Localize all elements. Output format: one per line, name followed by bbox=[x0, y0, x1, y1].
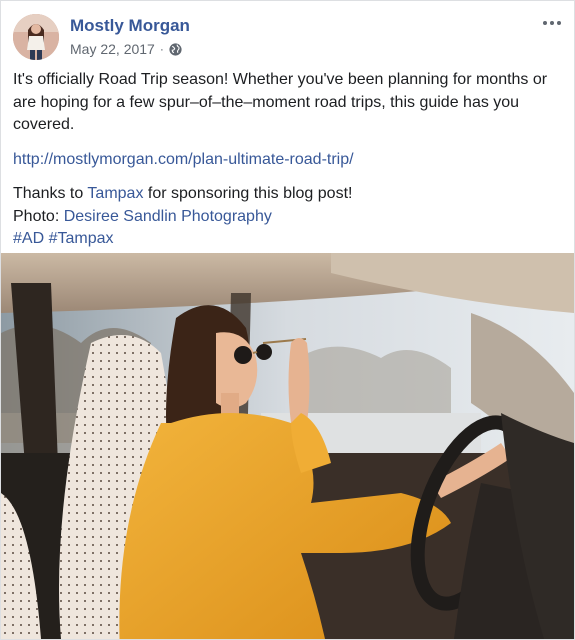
post-text: It's officially Road Trip season! Whethe… bbox=[13, 71, 548, 133]
post-card: Mostly Morgan May 22, 2017 · It's offici… bbox=[0, 0, 575, 640]
post-date[interactable]: May 22, 2017 bbox=[70, 41, 155, 57]
post-header: Mostly Morgan May 22, 2017 · bbox=[1, 1, 574, 71]
avatar[interactable] bbox=[13, 14, 59, 60]
photo-credit-line: Photo: Desiree Sandlin Photography bbox=[13, 206, 565, 229]
post-meta: May 22, 2017 · bbox=[70, 41, 182, 57]
author-name[interactable]: Mostly Morgan bbox=[70, 16, 190, 36]
globe-icon[interactable] bbox=[169, 42, 182, 56]
more-options-icon[interactable] bbox=[540, 13, 564, 33]
photo-credit-prefix: Photo: bbox=[13, 207, 64, 225]
post-body: It's officially Road Trip season! Whethe… bbox=[13, 69, 565, 251]
hashtag-ad[interactable]: #AD bbox=[13, 230, 44, 247]
tampax-link[interactable]: Tampax bbox=[87, 185, 143, 202]
photo-credit-link[interactable]: Desiree Sandlin Photography bbox=[64, 208, 272, 225]
sponsor-prefix: Thanks to bbox=[13, 185, 88, 202]
article-link[interactable]: http://mostlymorgan.com/plan-ultimate-ro… bbox=[13, 151, 354, 168]
hashtag-tampax[interactable]: #Tampax bbox=[49, 230, 114, 247]
meta-separator: · bbox=[159, 42, 164, 56]
hashtags: #AD #Tampax bbox=[13, 228, 565, 251]
post-photo[interactable] bbox=[1, 253, 574, 639]
sponsor-line: Thanks to Tampax for sponsoring this blo… bbox=[13, 183, 565, 206]
sponsor-suffix: for sponsoring this blog post! bbox=[143, 185, 353, 202]
